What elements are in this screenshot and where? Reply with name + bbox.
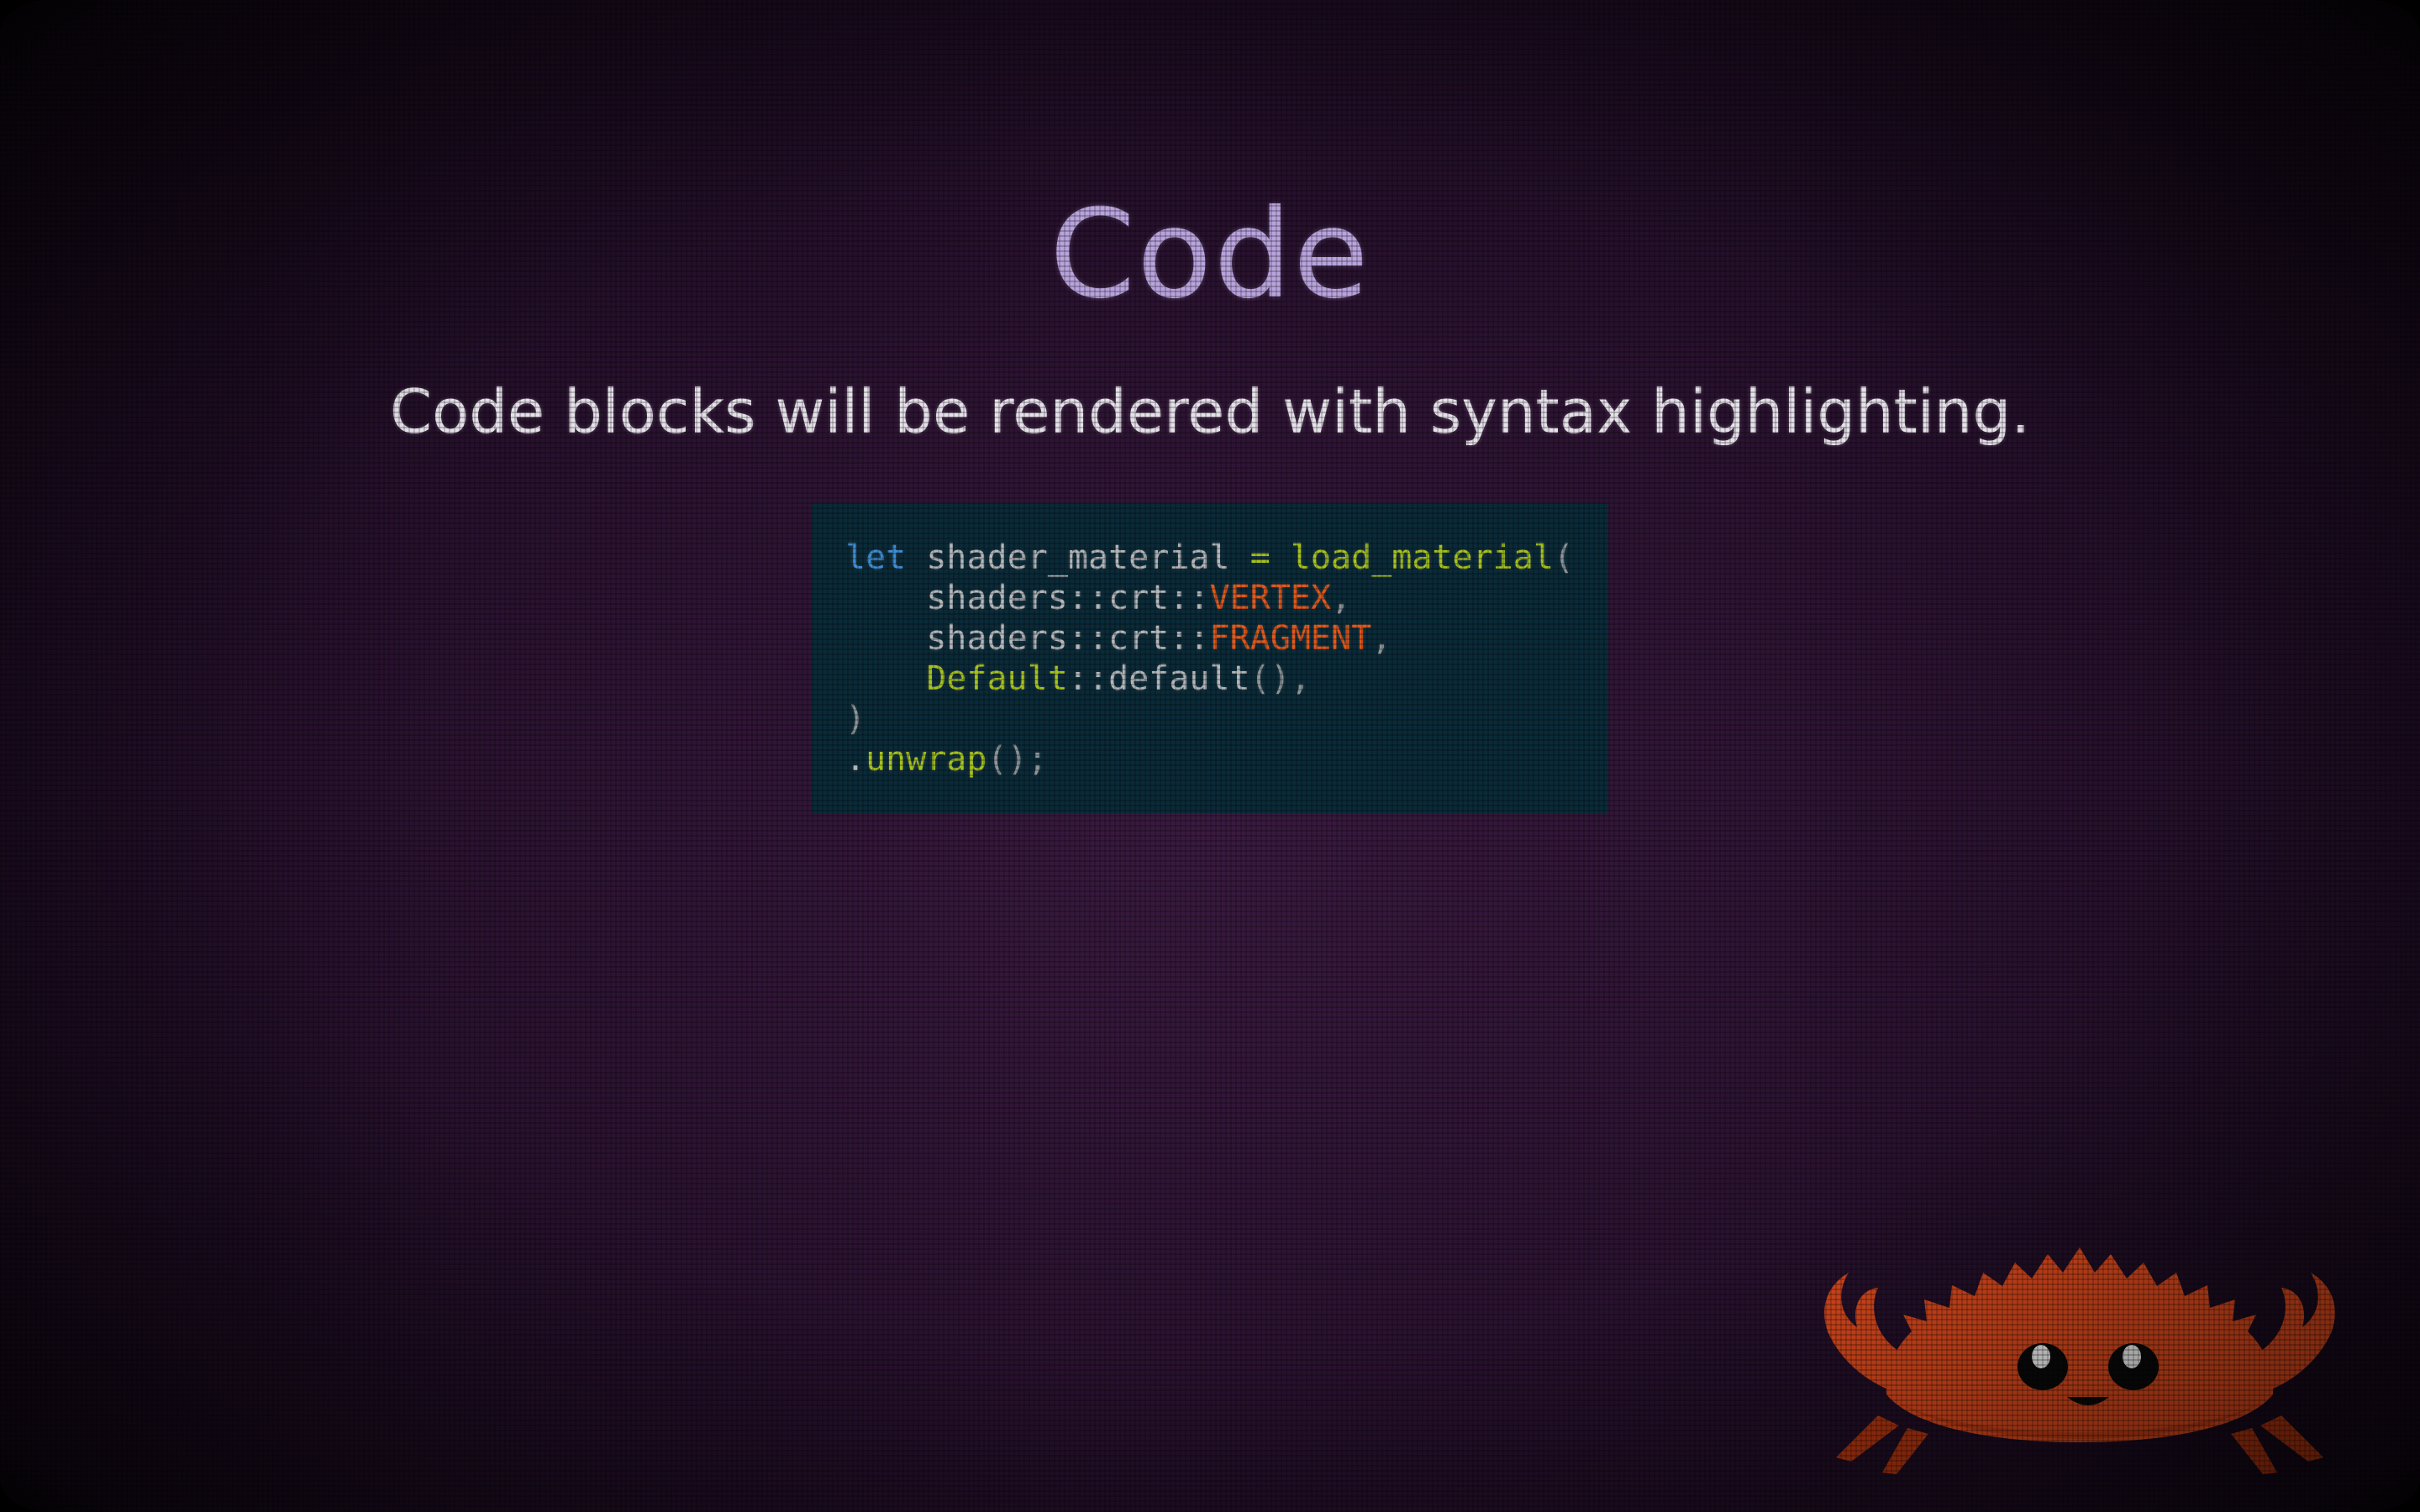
ferris-body (1886, 1247, 2274, 1442)
code-line: let shader_material = load_material( (845, 538, 1608, 578)
code-line: shaders::crt::VERTEX, (845, 578, 1608, 618)
code-token: load_material (1290, 538, 1554, 577)
code-line: .unwrap(); (845, 739, 1608, 780)
code-token: shaders::crt:: (845, 579, 1210, 617)
code-token: FRAGMENT (1209, 619, 1372, 658)
code-token: (); (986, 740, 1048, 779)
slide-subtitle: Code blocks will be rendered with syntax… (389, 376, 2031, 447)
code-token: = (1249, 538, 1270, 577)
code-token: shaders::crt:: (845, 619, 1210, 658)
code-line: Default::default(), (845, 659, 1608, 699)
code-token: , (1330, 579, 1352, 617)
slide-screen: Code Code blocks will be rendered with s… (0, 0, 2420, 1512)
ferris-crab-icon (1824, 1247, 2335, 1474)
code-token: unwrap (865, 740, 987, 779)
code-line: shaders::crt::FRAGMENT, (845, 618, 1608, 659)
code-token: (), (1249, 659, 1311, 698)
code-token: ::default (1067, 659, 1250, 698)
code-token: . (845, 740, 866, 779)
code-line: ) (845, 699, 1608, 739)
code-token: let (845, 538, 907, 577)
code-token: VERTEX (1209, 579, 1331, 617)
code-token: ) (845, 700, 866, 738)
code-token: shader_material (906, 538, 1250, 577)
code-token: ( (1553, 538, 1575, 577)
code-token: Default (926, 659, 1068, 698)
code-block: let shader_material = load_material( sha… (812, 504, 1608, 813)
slide-title: Code (1050, 183, 1370, 326)
code-token: , (1371, 619, 1392, 658)
